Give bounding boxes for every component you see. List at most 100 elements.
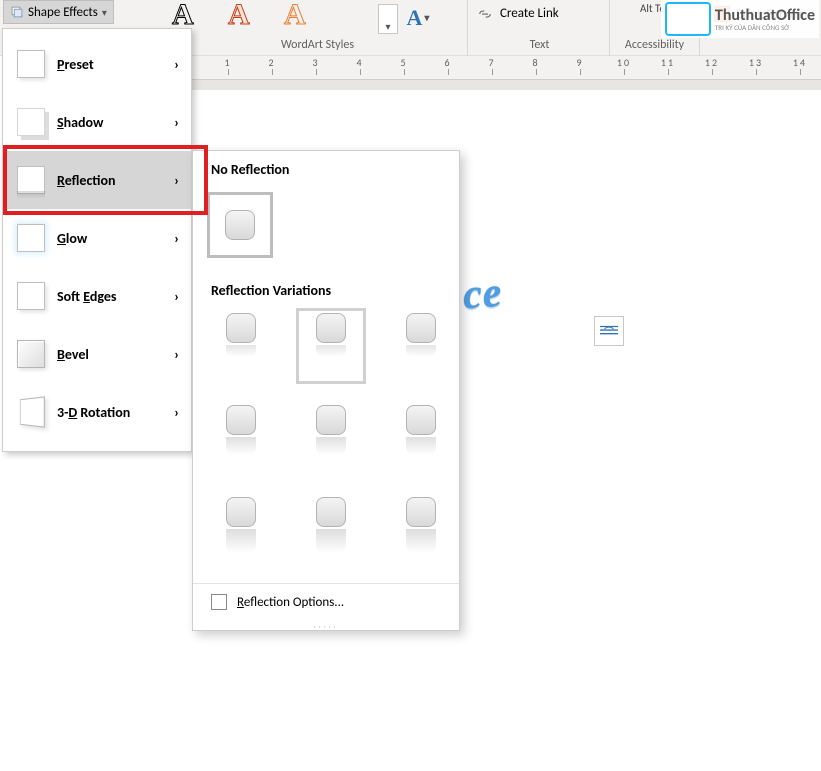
reflection-variation[interactable] — [211, 497, 271, 563]
menu-item-label: Preset — [57, 56, 94, 73]
wordart-preset-3[interactable]: A — [284, 0, 306, 32]
ruler-tick — [228, 69, 229, 75]
reflection-icon — [17, 166, 45, 194]
menu-item-label: Glow — [57, 230, 87, 247]
reflection-options-icon — [211, 594, 227, 610]
reflection-variation[interactable] — [301, 497, 361, 563]
menu-item-reflection[interactable]: Reflection › — [3, 151, 191, 209]
reflection-swatch — [316, 497, 346, 527]
glow-icon — [17, 224, 45, 252]
logo-brand: ThuthuatOffice — [715, 6, 815, 25]
ruler-tick — [580, 69, 581, 75]
shape-effects-icon — [10, 5, 24, 19]
reflection-options-label: Reflection Options... — [237, 595, 344, 610]
reflection-swatch — [226, 497, 256, 527]
link-icon — [476, 7, 494, 21]
reflection-variation[interactable] — [391, 405, 451, 471]
wordart-gallery-more[interactable]: ▾ — [378, 4, 398, 34]
ruler-scale: 1234567891011121314 — [204, 56, 821, 79]
no-reflection-option[interactable] — [207, 192, 273, 258]
menu-item-preset[interactable]: Preset› — [3, 35, 191, 93]
ruler-number: 2 — [268, 56, 275, 69]
reflection-swatch — [226, 313, 256, 343]
reflection-variation[interactable] — [391, 313, 451, 379]
wordart-preset-2[interactable]: A — [228, 0, 250, 32]
ruler-number: 6 — [444, 56, 451, 69]
menu-item-glow[interactable]: Glow › — [3, 209, 191, 267]
ruler-tick — [800, 69, 801, 75]
menu-item-3-d-rotation[interactable]: 3-D Rotation › — [3, 383, 191, 441]
menu-item-label: Bevel — [57, 346, 89, 363]
reflection-swatch — [316, 405, 346, 435]
wordart-group-label: WordArt Styles — [168, 38, 467, 52]
horizontal-ruler[interactable]: 1234567891011121314 — [192, 56, 821, 80]
logo-tagline: TRI KỶ CỦA DÂN CÔNG SỞ — [715, 24, 815, 31]
submenu-arrow-icon: › — [174, 404, 179, 421]
menu-item-label: Shadow — [57, 114, 104, 131]
reflection-mirror — [226, 437, 256, 455]
submenu-arrow-icon: › — [174, 230, 179, 247]
reflection-flyout: No Reflection Reflection Variations Refl… — [192, 150, 460, 631]
ruler-number: 8 — [532, 56, 539, 69]
reflection-variations-grid — [193, 307, 459, 583]
ruler-number: 1 — [224, 56, 231, 69]
ruler-number: 11 — [661, 56, 675, 69]
text-group: Create Link Text — [470, 0, 610, 56]
ruler-tick — [756, 69, 757, 75]
reflection-options-item[interactable]: Reflection Options... — [193, 583, 459, 622]
reflection-mirror — [406, 529, 436, 553]
logo-mark-icon — [665, 2, 711, 36]
ruler-tick — [272, 69, 273, 75]
layout-options-icon — [600, 324, 618, 338]
resize-grip[interactable]: ····· — [193, 622, 459, 630]
submenu-arrow-icon: › — [174, 288, 179, 305]
ruler-tick — [536, 69, 537, 75]
submenu-arrow-icon: › — [174, 114, 179, 131]
create-link-button[interactable]: Create Link — [476, 6, 559, 21]
ruler-tick — [404, 69, 405, 75]
text-group-label: Text — [470, 38, 609, 52]
menu-item-shadow[interactable]: Shadow › — [3, 93, 191, 151]
3-d-rotation-icon — [20, 396, 45, 427]
reflection-swatch — [406, 313, 436, 343]
text-effects-button[interactable]: A▾ — [406, 6, 430, 30]
bevel-icon — [17, 340, 45, 368]
reflection-swatch — [316, 313, 346, 343]
reflection-mirror — [316, 437, 346, 455]
reflection-mirror — [226, 345, 256, 357]
ruler-number: 9 — [576, 56, 583, 69]
layout-options-button[interactable] — [594, 316, 624, 346]
ruler-number: 13 — [749, 56, 763, 69]
no-reflection-header: No Reflection — [193, 151, 459, 186]
reflection-swatch — [406, 405, 436, 435]
shape-effects-button[interactable]: Shape Effects ▾ — [3, 0, 114, 24]
ruler-tick — [624, 69, 625, 75]
ruler-gutter — [192, 80, 821, 90]
menu-item-soft-edges[interactable]: Soft Edges › — [3, 267, 191, 325]
submenu-arrow-icon: › — [174, 346, 179, 363]
preset-icon — [17, 50, 45, 78]
ruler-number: 12 — [705, 56, 719, 69]
chevron-down-icon: ▾ — [102, 6, 107, 19]
menu-item-label: 3-D Rotation — [57, 404, 130, 421]
ruler-number: 14 — [793, 56, 807, 69]
watermark-logo: ThuthuatOffice TRI KỶ CỦA DÂN CÔNG SỞ — [661, 0, 819, 38]
reflection-mirror — [406, 345, 436, 357]
ruler-tick — [712, 69, 713, 75]
reflection-mirror — [316, 345, 346, 357]
reflection-mirror — [226, 529, 256, 553]
menu-item-label: Reflection — [57, 172, 116, 189]
accessibility-group-label: Accessibility — [610, 38, 699, 52]
menu-item-label: Soft Edges — [57, 288, 116, 305]
reflection-mirror — [406, 437, 436, 455]
ruler-number: 4 — [356, 56, 363, 69]
reflection-variation[interactable] — [301, 405, 361, 471]
submenu-arrow-icon: › — [174, 172, 179, 189]
menu-item-bevel[interactable]: Bevel › — [3, 325, 191, 383]
reflection-variation[interactable] — [301, 313, 361, 379]
reflection-variation[interactable] — [211, 313, 271, 379]
reflection-variation[interactable] — [391, 497, 451, 563]
ruler-number: 5 — [400, 56, 407, 69]
reflection-swatch — [406, 497, 436, 527]
reflection-variation[interactable] — [211, 405, 271, 471]
